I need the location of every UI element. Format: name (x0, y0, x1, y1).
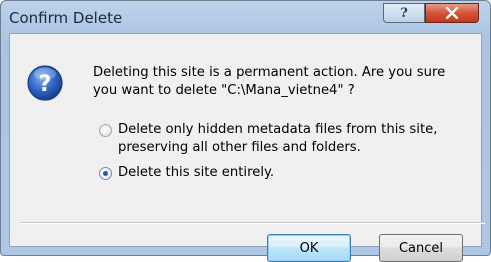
svg-text:?: ? (39, 72, 52, 97)
option-delete-site-label: Delete this site entirely. (118, 165, 275, 180)
question-icon: ? (27, 65, 63, 101)
radio-unselected[interactable] (99, 124, 112, 137)
option-delete-metadata-label: Delete only hidden metadata files from t… (118, 121, 437, 157)
dialog-body: ? Deleting this site is a permanent acti… (9, 33, 485, 262)
option-line-1: Delete only hidden metadata files from t… (118, 122, 438, 137)
close-button[interactable] (425, 3, 479, 23)
ok-button[interactable]: OK (267, 234, 351, 262)
message-line-2: you want to delete "C:\Mana_vietne4" ? (93, 83, 355, 98)
cancel-button[interactable]: Cancel (379, 234, 463, 262)
radio-selected[interactable] (99, 167, 112, 180)
message-line-1: Deleting this site is a permanent action… (93, 65, 446, 80)
confirm-delete-dialog: Confirm Delete ? ? Deleting this site is… (0, 0, 491, 262)
title-bar[interactable]: Confirm Delete ? (1, 1, 490, 33)
dialog-title: Confirm Delete (9, 9, 123, 27)
message-text: Deleting this site is a permanent action… (93, 64, 483, 100)
radio-dot (103, 171, 108, 176)
separator (20, 222, 485, 224)
option-line-2: preserving all other files and folders. (118, 140, 361, 155)
close-icon (445, 7, 459, 19)
help-button[interactable]: ? (383, 3, 425, 23)
help-icon: ? (400, 5, 408, 21)
